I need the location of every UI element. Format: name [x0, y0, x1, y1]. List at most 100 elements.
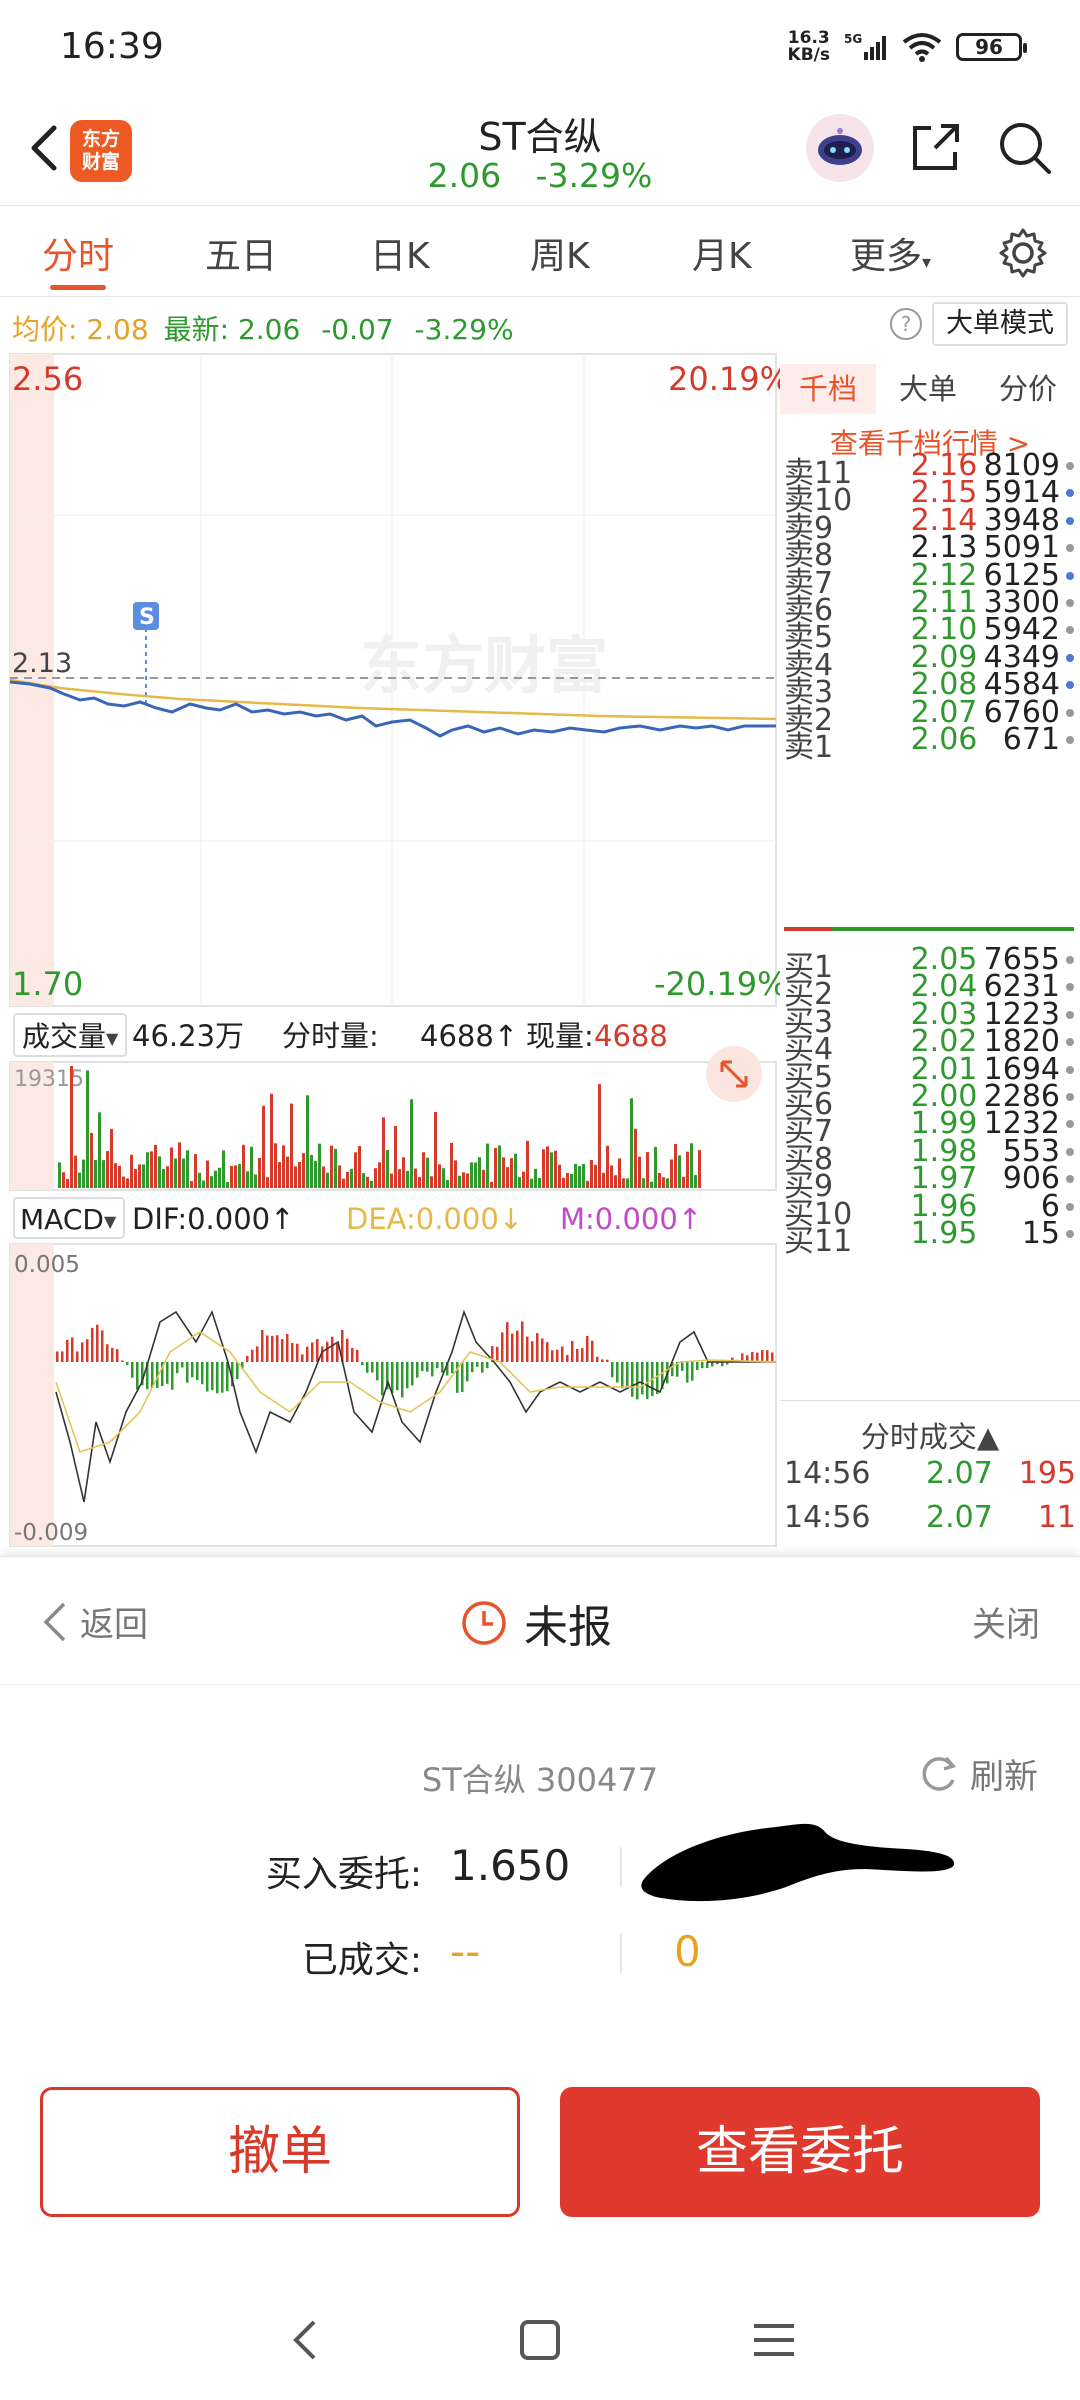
volume-bar: [166, 1166, 169, 1188]
volume-bar: [294, 1166, 297, 1188]
volume-bar: [434, 1112, 437, 1188]
separator: [620, 1933, 622, 1973]
volume-bar: [154, 1144, 157, 1188]
volume-bar: [206, 1160, 209, 1188]
tab-more[interactable]: 更多▾: [850, 227, 931, 279]
macd-bar: [496, 1346, 499, 1362]
volume-bar: [274, 1143, 277, 1188]
volume-bar: [410, 1099, 413, 1188]
volume-bar: [86, 1070, 89, 1188]
bid-row[interactable]: 买11 1.95 15: [784, 1216, 1074, 1259]
refresh-button[interactable]: 刷新: [916, 1749, 1038, 1798]
volume-bar: [490, 1181, 493, 1188]
filled-quantity: 0: [674, 1927, 701, 1976]
macd-bar: [276, 1335, 279, 1362]
price-info-bar: 均价: 2.08 最新: 2.06 -0.07 -3.29% ? 大单模式: [0, 298, 1080, 352]
tab-intraday[interactable]: 分时: [42, 227, 114, 279]
volume-bar: [506, 1167, 509, 1188]
volume-bar: [106, 1151, 109, 1188]
cancel-order-button[interactable]: 撤单: [40, 2087, 520, 2217]
volume-bar: [522, 1171, 525, 1188]
view-orders-button[interactable]: 查看委托: [560, 2087, 1040, 2217]
macd-bar: [646, 1362, 649, 1400]
volume-bar: [494, 1148, 497, 1188]
gear-icon[interactable]: [995, 225, 1051, 281]
volume-bar: [314, 1160, 317, 1188]
latest-price-value: 2.06: [237, 313, 301, 346]
trade-volume: 11: [1037, 1500, 1076, 1535]
volume-bar: [114, 1163, 117, 1188]
macd-bar: [76, 1351, 79, 1362]
order-dot-icon: [1066, 1147, 1074, 1156]
order-dot-icon: [1066, 1202, 1074, 1211]
tab-monthly-k[interactable]: 月K: [692, 227, 752, 279]
macd-bar: [106, 1344, 109, 1362]
volume-bar: [222, 1150, 225, 1188]
tab-daily-k[interactable]: 日K: [370, 227, 430, 279]
macd-bar: [401, 1362, 404, 1398]
current-volume-label: 现量:: [526, 1019, 594, 1053]
volume-bar: [590, 1160, 593, 1188]
ai-assistant-icon[interactable]: [806, 114, 874, 182]
volume-bar: [390, 1173, 393, 1188]
macd-bar: [66, 1339, 69, 1362]
tab-five-day[interactable]: 五日: [205, 227, 277, 279]
macd-bar: [371, 1362, 374, 1373]
macd-bar: [291, 1343, 294, 1362]
volume-bar: [318, 1143, 321, 1188]
macd-bar: [546, 1342, 549, 1362]
volume-bar: [78, 1172, 81, 1188]
net-speed: 16.3 KB/s: [788, 30, 830, 64]
order-dot-icon: [1066, 462, 1074, 470]
search-icon[interactable]: [995, 118, 1055, 178]
status-time: 16:39: [60, 26, 164, 67]
price-bottom-label: 1.70: [12, 965, 83, 1003]
close-button[interactable]: 关闭: [972, 1597, 1040, 1646]
macd-bar: [306, 1346, 309, 1362]
help-icon[interactable]: ?: [890, 308, 922, 340]
change-percent: -3.29%: [535, 156, 653, 195]
volume-bar: [446, 1179, 449, 1188]
macd-bar: [441, 1362, 444, 1373]
tab-big-orders[interactable]: 大单: [880, 364, 976, 414]
volume-bar: [662, 1177, 665, 1188]
macd-bar: [626, 1362, 629, 1387]
volume-bar: [210, 1176, 213, 1188]
macd-bar: [351, 1347, 354, 1362]
system-nav-bar: [0, 2280, 1080, 2400]
tab-more-label: 更多: [850, 236, 923, 277]
volume-bar: [186, 1150, 189, 1188]
tab-thousand-levels[interactable]: 千档: [780, 364, 876, 414]
intraday-chart-area[interactable]: 东方财富 2.13 S 2.56 20.19% 1.70 -20.19% 成交量…: [0, 352, 790, 1552]
volume-bar: [698, 1150, 701, 1188]
volume-bar: [74, 1155, 77, 1188]
volume-bar: [386, 1149, 389, 1188]
order-status-sheet: 返回 未报 关闭 ST合纵 300477 刷新 买入委托: 1.650 已成交:…: [0, 1556, 1080, 2400]
macd-bar: [591, 1340, 594, 1362]
volume-bar: [610, 1165, 613, 1188]
volume-bar: [306, 1095, 309, 1188]
tick-trades-title[interactable]: 分时成交▲: [780, 1414, 1080, 1456]
macd-bar: [201, 1362, 204, 1385]
tab-price-distribution[interactable]: 分价: [980, 364, 1076, 414]
macd-bar: [171, 1362, 174, 1390]
nav-back-icon[interactable]: [276, 2310, 336, 2370]
macd-bar: [641, 1362, 644, 1395]
nav-menu-icon[interactable]: [744, 2310, 804, 2370]
tab-weekly-k[interactable]: 周K: [530, 227, 590, 279]
ask-row[interactable]: 卖1 2.06 671: [784, 722, 1074, 765]
nav-home-icon[interactable]: [510, 2310, 570, 2370]
share-icon[interactable]: [905, 118, 965, 178]
big-order-mode-button[interactable]: 大单模式: [932, 302, 1068, 346]
macd-bar: [461, 1362, 464, 1393]
macd-bar: [316, 1339, 319, 1362]
macd-bar: [56, 1351, 59, 1362]
volume-bar: [514, 1153, 517, 1188]
back-button[interactable]: 返回: [40, 1597, 148, 1646]
order-status-text: 未报: [524, 1602, 612, 1653]
volume-bar: [162, 1169, 165, 1188]
macd-bar: [701, 1362, 704, 1369]
order-dot-icon: [1066, 956, 1074, 964]
macd-bar: [656, 1362, 659, 1395]
volume-bar: [366, 1176, 369, 1188]
